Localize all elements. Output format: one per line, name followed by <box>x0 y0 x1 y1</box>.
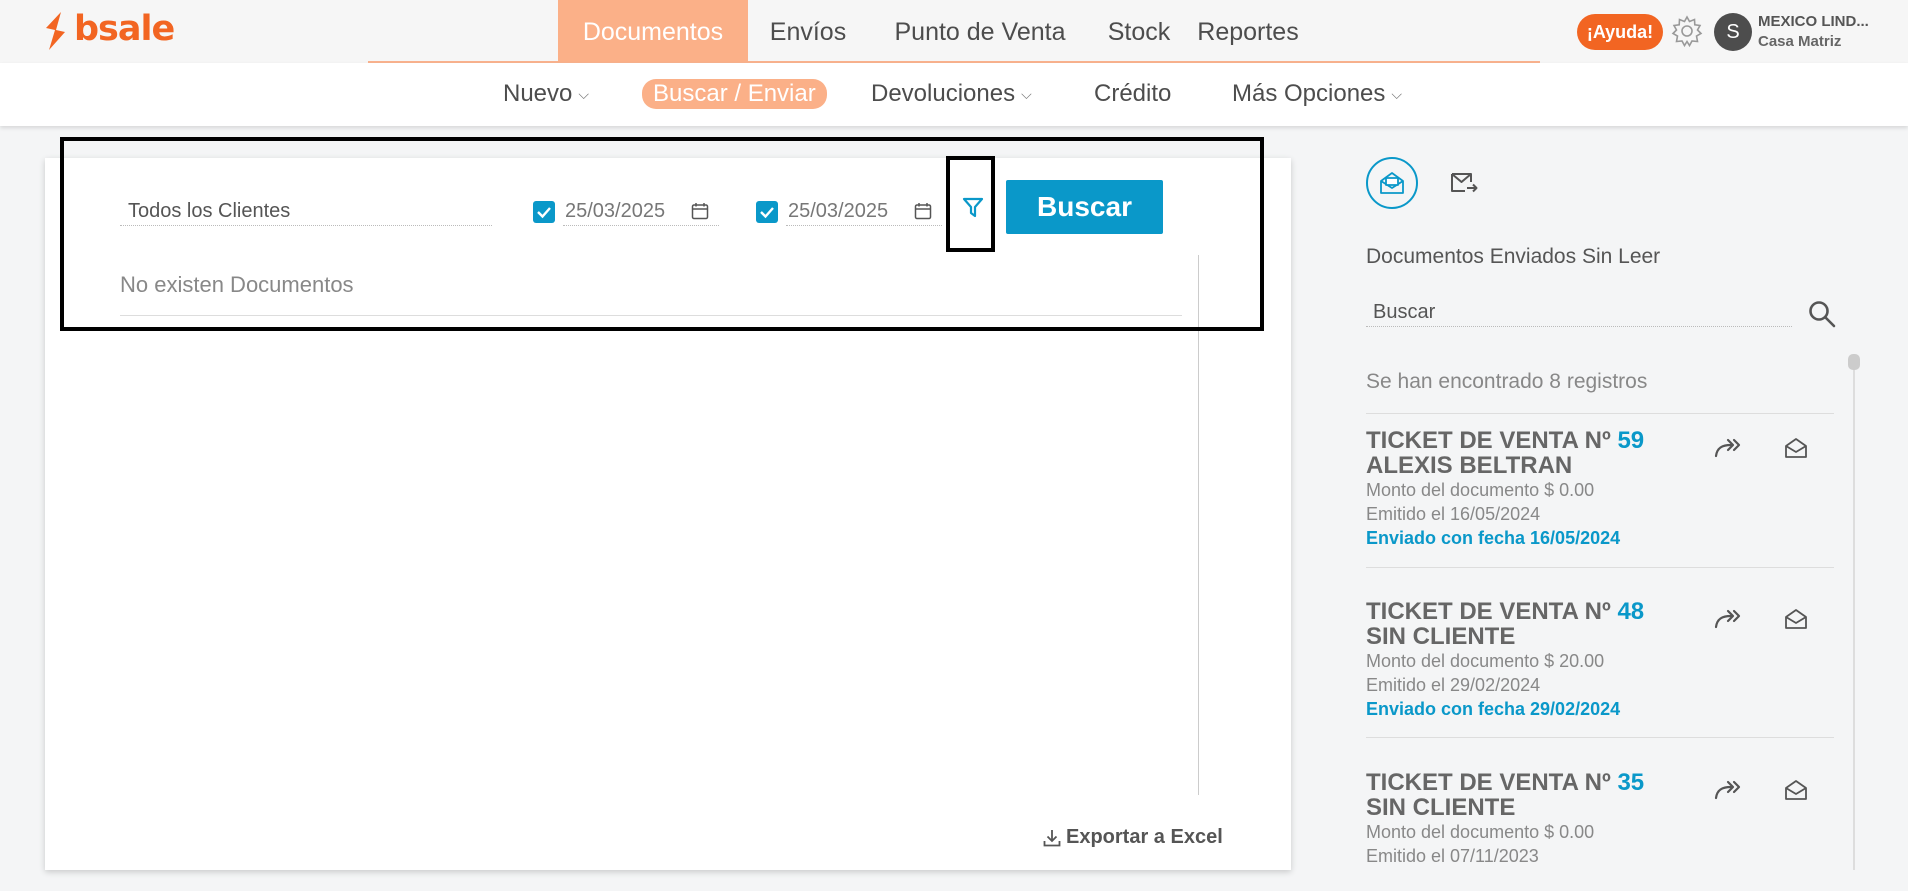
open-mail-icon[interactable] <box>1784 778 1808 802</box>
ticket-issued: Emitido el 29/02/2024 <box>1366 675 1541 695</box>
date-to-value: 25/03/2025 <box>788 200 889 222</box>
ticket-number[interactable]: 48 <box>1617 598 1644 625</box>
check-icon <box>760 207 774 219</box>
main-nav-documentos[interactable]: Documentos <box>558 0 748 62</box>
main-nav: Documentos Envíos Punto de Venta Stock R… <box>368 0 1540 63</box>
sidebar-title: Documentos Enviados Sin Leer <box>1366 245 1661 268</box>
chevron-down-icon: ⌵ <box>1021 86 1032 102</box>
sub-nav-devoluciones[interactable]: Devoluciones ⌵ <box>871 79 1032 109</box>
chevron-down-icon: ⌵ <box>578 86 589 102</box>
help-button[interactable]: ¡Ayuda! <box>1577 14 1663 50</box>
list-separator <box>1366 567 1834 568</box>
ticket-title: TICKET DE VENTA Nº 48 <box>1366 599 1834 624</box>
client-select[interactable]: Todos los Clientes <box>120 196 492 226</box>
forward-icon[interactable] <box>1714 607 1744 631</box>
bsale-logo[interactable]: bsale <box>40 9 175 52</box>
date-to-input[interactable]: 25/03/2025 <box>786 196 942 226</box>
ticket-title-label: TICKET DE VENTA Nº <box>1366 769 1611 796</box>
ticket-sent: Enviado con fecha 29/02/2024 <box>1366 699 1621 719</box>
list-item[interactable]: TICKET DE VENTA Nº 59 ALEXIS BELTRAN Mon… <box>1366 428 1834 550</box>
avatar[interactable]: S <box>1714 13 1752 51</box>
sub-nav-mas-opciones[interactable]: Más Opciones ⌵ <box>1232 79 1402 109</box>
ticket-client: ALEXIS BELTRAN <box>1366 452 1573 479</box>
branch-name: Casa Matriz <box>1758 33 1842 50</box>
ticket-title: TICKET DE VENTA Nº 59 <box>1366 428 1834 453</box>
top-bar: bsale Documentos Envíos Punto de Venta S… <box>0 0 1908 63</box>
date-from-input[interactable]: 25/03/2025 <box>563 196 719 226</box>
ticket-issued: Emitido el 07/11/2023 <box>1366 846 1539 866</box>
main-nav-punto-de-venta[interactable]: Punto de Venta <box>878 0 1082 62</box>
download-icon <box>1043 829 1061 846</box>
documents-panel <box>45 158 1291 870</box>
list-item[interactable]: TICKET DE VENTA Nº 48 SIN CLIENTE Monto … <box>1366 599 1834 721</box>
results-scroll-divider <box>1198 255 1199 795</box>
ticket-amount: Monto del documento $ 0.00 <box>1366 822 1595 842</box>
list-separator <box>1366 737 1834 738</box>
calendar-icon[interactable] <box>691 202 709 220</box>
logo-text: bsale <box>74 9 175 49</box>
sidebar-scrollbar-thumb[interactable] <box>1848 354 1860 370</box>
bsale-logo-icon <box>46 12 65 50</box>
export-excel-label: Exportar a Excel <box>1066 826 1223 848</box>
ticket-amount: Monto del documento $ 0.00 <box>1366 480 1595 500</box>
sub-nav-nuevo-label: Nuevo <box>503 80 573 107</box>
company-info[interactable]: MEXICO LIND... Casa Matriz <box>1758 12 1869 52</box>
ticket-title-label: TICKET DE VENTA Nº <box>1366 598 1611 625</box>
ticket-client: SIN CLIENTE <box>1366 623 1516 650</box>
open-mail-icon[interactable] <box>1784 607 1808 631</box>
date-to-checkbox[interactable] <box>756 201 778 223</box>
forward-icon[interactable] <box>1714 436 1744 460</box>
chevron-down-icon: ⌵ <box>1391 86 1403 102</box>
ticket-title: TICKET DE VENTA Nº 35 <box>1366 770 1834 795</box>
sub-nav-mas-opciones-label: Más Opciones <box>1232 80 1386 107</box>
sub-nav-buscar-enviar[interactable]: Buscar / Enviar <box>642 79 827 109</box>
date-from-value: 25/03/2025 <box>565 200 666 222</box>
export-excel-button[interactable]: Exportar a Excel <box>1042 826 1223 849</box>
ticket-number[interactable]: 59 <box>1617 427 1644 454</box>
results-divider <box>120 315 1182 316</box>
ticket-amount: Monto del documento $ 20.00 <box>1366 651 1605 671</box>
filter-icon[interactable] <box>962 196 984 220</box>
open-mail-icon[interactable] <box>1784 436 1808 460</box>
ticket-sent: Enviado con fecha 16/05/2024 <box>1366 528 1621 548</box>
records-found-text: Se han encontrado 8 registros <box>1366 370 1648 393</box>
ticket-title-label: TICKET DE VENTA Nº <box>1366 427 1611 454</box>
ticket-issued: Emitido el 16/05/2024 <box>1366 504 1541 524</box>
empty-results-message: No existen Documentos <box>120 272 354 297</box>
open-mail-icon <box>1380 172 1404 194</box>
gear-icon[interactable] <box>1670 14 1704 48</box>
ticket-number[interactable]: 35 <box>1617 769 1644 796</box>
company-name: MEXICO LIND... <box>1758 13 1869 30</box>
forward-icon[interactable] <box>1714 778 1744 802</box>
sub-nav-nuevo[interactable]: Nuevo ⌵ <box>503 79 589 109</box>
tab-unread-received[interactable] <box>1366 157 1418 209</box>
list-item[interactable]: TICKET DE VENTA Nº 35 SIN CLIENTE Monto … <box>1366 770 1834 868</box>
check-icon <box>537 207 551 219</box>
sidebar-divider <box>1366 413 1834 414</box>
sub-nav-credito[interactable]: Crédito <box>1094 79 1171 109</box>
main-nav-reportes[interactable]: Reportes <box>1194 0 1302 62</box>
sidebar-search-input[interactable]: Buscar <box>1366 297 1792 327</box>
sub-nav-bar: Nuevo ⌵ Buscar / Enviar Devoluciones ⌵ Cré… <box>0 63 1908 126</box>
calendar-icon[interactable] <box>914 202 932 220</box>
sidebar-scrollbar-track[interactable] <box>1853 355 1855 870</box>
search-icon[interactable] <box>1807 299 1837 329</box>
send-mail-icon[interactable] <box>1449 168 1479 198</box>
date-from-checkbox[interactable] <box>533 201 555 223</box>
sub-nav-devoluciones-label: Devoluciones <box>871 80 1016 107</box>
main-nav-stock[interactable]: Stock <box>1104 0 1174 62</box>
ticket-client: SIN CLIENTE <box>1366 794 1516 821</box>
search-button[interactable]: Buscar <box>1006 180 1163 234</box>
main-nav-envios[interactable]: Envíos <box>760 0 856 62</box>
